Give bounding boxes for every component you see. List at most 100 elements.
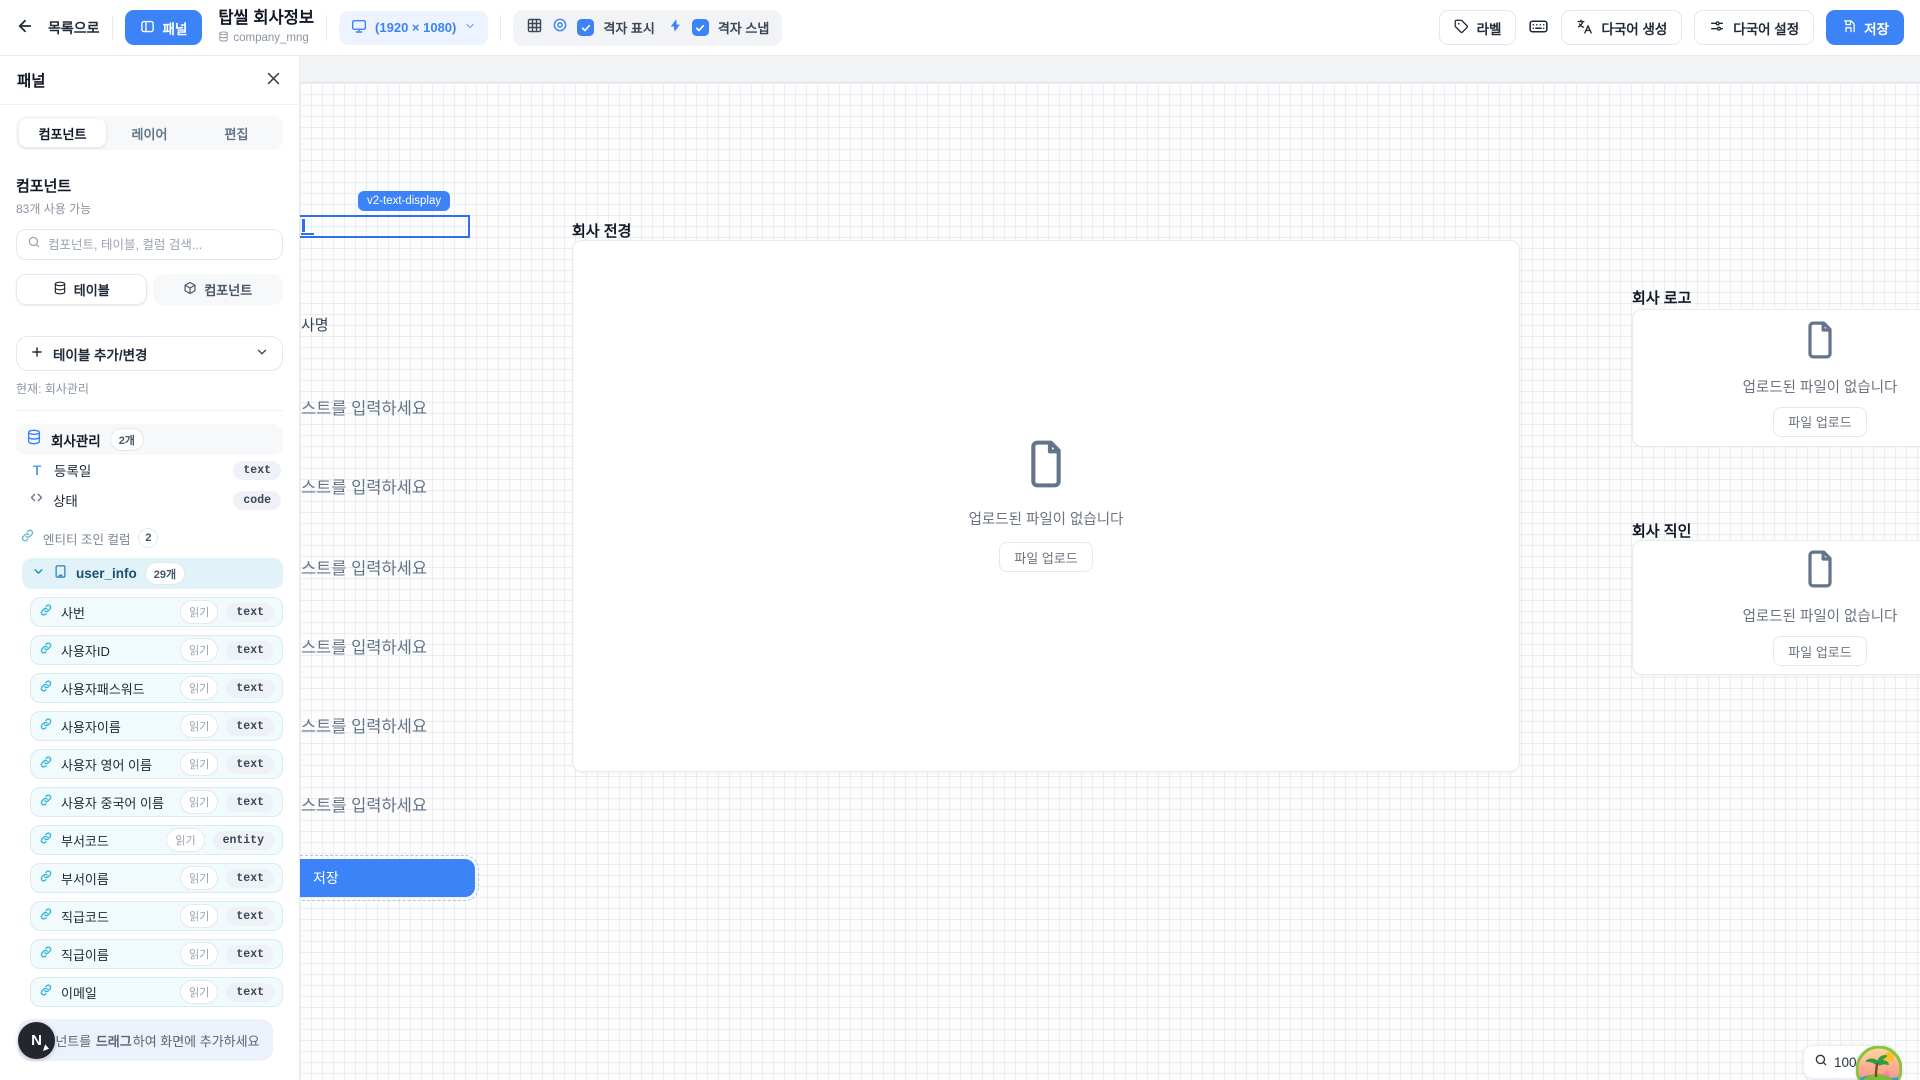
join-column-count-badge: 29개: [145, 562, 185, 585]
grid-snap-checkbox[interactable]: [692, 19, 709, 36]
file-upload-button[interactable]: 파일 업로드: [999, 542, 1092, 572]
current-table-label: 현재: 회사관리: [16, 380, 283, 397]
join-field-row[interactable]: 부서코드 읽기 entity: [30, 825, 283, 855]
join-field-row[interactable]: 사용자ID읽기text: [30, 635, 283, 665]
back-button[interactable]: [16, 17, 34, 38]
toggle-components-label: 컴포넌트: [204, 280, 252, 299]
upload-empty-text: 업로드된 파일이 없습니다: [1743, 376, 1898, 397]
tab-layers[interactable]: 레이어: [106, 119, 193, 147]
i18n-generate-button[interactable]: 다국어 생성: [1561, 10, 1682, 45]
toggle-tables-label: 테이블: [74, 280, 110, 299]
chevron-down-icon[interactable]: [32, 565, 45, 583]
join-field-row[interactable]: 직급코드읽기text: [30, 901, 283, 931]
text-type-icon: T: [29, 462, 45, 478]
join-field-name: 부서코드: [61, 831, 109, 850]
search-input[interactable]: [48, 238, 272, 252]
top-toolbar: 목록으로 패널 탑씰 회사정보 company_mng (1920 × 1080…: [0, 0, 1920, 56]
read-only-badge: 읽기: [180, 942, 218, 966]
type-badge: entity: [213, 831, 274, 850]
type-badge: text: [226, 603, 274, 622]
text-input-placeholder[interactable]: 스트를 입력하세요: [301, 713, 427, 737]
link-icon: [39, 983, 53, 1002]
magnifier-icon: [1814, 1053, 1828, 1072]
resolution-select[interactable]: (1920 × 1080): [339, 11, 488, 45]
table-code: company_mng: [233, 32, 308, 45]
join-table-user-info[interactable]: user_info 29개: [22, 558, 283, 589]
link-icon: [39, 907, 53, 926]
link-icon: [39, 793, 53, 812]
link-icon: [39, 679, 53, 698]
read-only-badge: 읽기: [180, 714, 218, 738]
file-upload-button[interactable]: 파일 업로드: [1773, 636, 1866, 666]
selected-text-display[interactable]: [300, 215, 470, 238]
text-input-placeholder[interactable]: 스트를 입력하세요: [301, 634, 427, 658]
divider: [112, 15, 113, 41]
join-field-row[interactable]: 부서이름읽기text: [30, 863, 283, 893]
hint-suffix: 하여 화면에 추가하세요: [133, 1034, 260, 1049]
type-badge: text: [226, 679, 274, 698]
grid-controls: 격자 표시 격자 스냅: [513, 10, 782, 46]
join-field-name: 부서이름: [61, 869, 109, 888]
panel-toggle-button[interactable]: 패널: [125, 10, 203, 45]
upload-card-company-logo[interactable]: 업로드된 파일이 없습니다 파일 업로드: [1632, 309, 1920, 447]
tab-components[interactable]: 컴포넌트: [19, 119, 106, 147]
join-field-row[interactable]: 이메일읽기text: [30, 977, 283, 1007]
join-field-name: 사용자이름: [61, 717, 121, 736]
text-caret: [302, 219, 305, 232]
join-field-name: 사용자 영어 이름: [61, 755, 152, 774]
link-icon: [39, 831, 53, 850]
text-input-placeholder[interactable]: 스트를 입력하세요: [301, 395, 427, 419]
join-table-name: user_info: [76, 566, 137, 581]
join-field-row[interactable]: 사용자 중국어 이름읽기text: [30, 787, 283, 817]
target-icon[interactable]: [552, 17, 568, 38]
database-icon: [218, 31, 229, 46]
cube-icon: [183, 281, 197, 298]
column-row-status[interactable]: 상태 code: [16, 485, 283, 515]
divider: [326, 15, 327, 41]
tab-edit[interactable]: 편집: [193, 119, 280, 147]
type-badge: text: [226, 869, 274, 888]
join-field-row[interactable]: 사용자이름읽기text: [30, 711, 283, 741]
plus-icon: [30, 345, 44, 362]
grid-show-checkbox[interactable]: [577, 19, 594, 36]
text-input-placeholder[interactable]: 스트를 입력하세요: [301, 792, 427, 816]
grid-snap-label: 격자 스냅: [718, 18, 769, 37]
type-badge: text: [226, 907, 274, 926]
toggle-tables[interactable]: 테이블: [16, 274, 147, 305]
save-button[interactable]: 저장: [1826, 10, 1904, 45]
artboard-grid[interactable]: v2-text-display 사명 스트를 입력하세요스트를 입력하세요스트를…: [300, 82, 1920, 1080]
canvas-save-button[interactable]: 저장: [300, 859, 475, 897]
type-badge: text: [233, 461, 281, 480]
text-input-placeholder[interactable]: 스트를 입력하세요: [301, 474, 427, 498]
divider: [16, 410, 283, 411]
file-upload-button[interactable]: 파일 업로드: [1773, 407, 1866, 437]
collaborator-cursor-badge: N: [18, 1022, 55, 1059]
join-field-row[interactable]: 사번읽기text: [30, 597, 283, 627]
join-field-row[interactable]: 직급이름읽기text: [30, 939, 283, 969]
code-icon: [29, 490, 44, 510]
join-field-row[interactable]: 사용자패스워드읽기text: [30, 673, 283, 703]
i18n-settings-button[interactable]: 다국어 설정: [1694, 10, 1814, 45]
upload-empty-text: 업로드된 파일이 없습니다: [969, 508, 1124, 529]
text-input-placeholder[interactable]: 스트를 입력하세요: [301, 555, 427, 579]
back-label[interactable]: 목록으로: [48, 18, 100, 38]
read-only-badge: 읽기: [166, 828, 204, 852]
keyboard-shortcuts-button[interactable]: [1528, 16, 1549, 40]
link-icon: [39, 945, 53, 964]
column-row-regdate[interactable]: T 등록일 text: [16, 455, 283, 485]
link-icon: [39, 641, 53, 660]
tag-icon: [1454, 19, 1469, 37]
label-button[interactable]: 라벨: [1439, 10, 1517, 45]
toggle-components[interactable]: 컴포넌트: [153, 274, 284, 305]
component-search[interactable]: [16, 229, 283, 260]
entity-join-section: 엔티티 조인 컬럼 2: [16, 528, 283, 548]
keyboard-icon: [1528, 16, 1549, 40]
add-table-dropdown[interactable]: 테이블 추가/변경: [16, 336, 283, 371]
upload-card-company-seal[interactable]: 업로드된 파일이 없습니다 파일 업로드: [1632, 540, 1920, 675]
panel-close-button[interactable]: [265, 70, 282, 90]
table-row-company[interactable]: 회사관리 2개: [16, 424, 283, 455]
join-field-row[interactable]: 사용자 영어 이름읽기text: [30, 749, 283, 779]
upload-card-company-view[interactable]: 업로드된 파일이 없습니다 파일 업로드: [572, 240, 1520, 772]
design-canvas[interactable]: v2-text-display 사명 스트를 입력하세요스트를 입력하세요스트를…: [300, 56, 1920, 1080]
read-only-badge: 읽기: [180, 790, 218, 814]
